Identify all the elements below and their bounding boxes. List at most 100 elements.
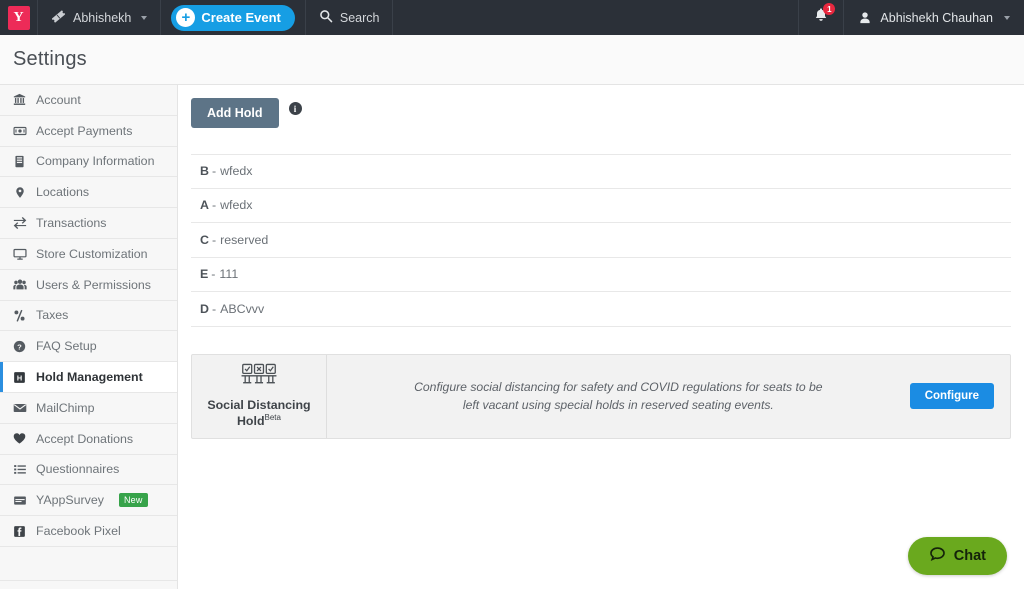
speech-bubble-icon <box>929 546 946 567</box>
page-body: Account Accept Payments Company Informat… <box>0 85 1024 589</box>
list-item[interactable]: A - wfedx <box>191 189 1011 223</box>
social-distancing-card-header: Social Distancing HoldBeta <box>192 354 327 438</box>
sidebar-item-label: MailChimp <box>36 400 95 415</box>
social-distancing-description-area: Configure social distancing for safety a… <box>327 355 910 438</box>
create-event-container: + Create Event <box>161 0 306 35</box>
envelope-icon <box>12 401 27 415</box>
facebook-icon <box>12 525 27 538</box>
user-menu[interactable]: Abhishekh Chauhan <box>844 0 1024 35</box>
sidebar-item-users-permissions[interactable]: Users & Permissions <box>0 269 177 301</box>
sidebar-item-label: Account <box>36 92 81 107</box>
configure-button[interactable]: Configure <box>909 383 994 409</box>
sidebar-item-accept-donations[interactable]: Accept Donations <box>0 423 177 455</box>
hold-key: C <box>200 232 209 247</box>
hold-box-icon: H <box>12 371 27 384</box>
search-entry[interactable]: Search <box>306 0 394 35</box>
building-icon <box>12 155 27 168</box>
sidebar-item-account[interactable]: Account <box>0 85 177 116</box>
notification-badge: 1 <box>823 3 836 15</box>
three-seats-icon <box>241 362 277 393</box>
hold-value: wfedx <box>220 164 253 179</box>
hold-separator: - <box>211 164 217 179</box>
map-pin-icon <box>12 186 27 199</box>
create-event-label: Create Event <box>201 10 281 25</box>
sidebar-item-label: Facebook Pixel <box>36 524 121 539</box>
top-navigation-bar: Y Abhishekh + Create Event Search 1 Abhi… <box>0 0 1024 35</box>
sidebar-item-facebook-pixel[interactable]: Facebook Pixel <box>0 516 177 547</box>
list-item[interactable]: D - ABCvvv <box>191 292 1011 327</box>
sidebar-item-label: Store Customization <box>36 246 148 261</box>
notifications-button[interactable]: 1 <box>798 0 845 35</box>
chevron-down-icon <box>1004 15 1010 20</box>
holds-list: B - wfedx A - wfedx C - reserved E - 111… <box>191 154 1011 327</box>
chat-widget-button[interactable]: Chat <box>907 537 1007 575</box>
logo-text: Y <box>7 5 30 30</box>
list-icon <box>12 463 27 476</box>
hold-value: wfedx <box>220 198 253 213</box>
hold-key: A <box>200 198 209 213</box>
sidebar-item-hold-management[interactable]: H Hold Management <box>0 362 177 393</box>
page-title: Settings <box>13 48 87 70</box>
beta-label: Beta <box>264 413 281 423</box>
organization-selector[interactable]: Abhishekh <box>38 0 162 35</box>
chevron-down-icon <box>141 15 148 20</box>
hold-key: B <box>200 164 209 179</box>
social-distancing-title: Social Distancing HoldBeta <box>207 397 310 431</box>
sidebar-item-store-customization[interactable]: Store Customization <box>0 238 177 270</box>
bank-icon <box>12 93 27 106</box>
sidebar-item-label: Accept Payments <box>36 123 133 138</box>
ticket-icon <box>51 9 66 27</box>
hold-separator: - <box>211 301 217 316</box>
sidebar-item-questionnaires[interactable]: Questionnaires <box>0 454 177 486</box>
money-icon <box>12 124 27 138</box>
sidebar-item-mailchimp[interactable]: MailChimp <box>0 392 177 424</box>
hold-key: D <box>200 301 209 316</box>
sidebar-item-taxes[interactable]: Taxes <box>0 300 177 332</box>
sidebar-item-label: Questionnaires <box>36 462 120 477</box>
hold-value: ABCvvv <box>220 301 265 316</box>
hold-separator: - <box>211 267 216 282</box>
main-content: Add Hold i B - wfedx A - wfedx C - reser… <box>178 85 1024 589</box>
list-item[interactable]: E - 111 <box>191 258 1011 292</box>
sidebar-item-accept-payments[interactable]: Accept Payments <box>0 115 177 147</box>
hold-value: reserved <box>220 232 269 247</box>
sidebar-item-label: Company Information <box>36 154 155 169</box>
add-hold-button[interactable]: Add Hold <box>191 98 279 128</box>
search-label: Search <box>339 10 380 25</box>
sidebar-item-company-information[interactable]: Company Information <box>0 146 177 178</box>
sidebar-item-label: Locations <box>36 185 90 200</box>
sidebar-item-label: YAppSurvey <box>36 493 104 508</box>
social-distancing-description: Configure social distancing for safety a… <box>414 379 823 412</box>
sidebar-filler-row <box>0 546 177 581</box>
app-logo[interactable]: Y <box>0 0 38 35</box>
settings-page: Y Abhishekh + Create Event Search 1 Abhi… <box>0 0 1024 589</box>
sidebar-item-label: Hold Management <box>36 370 143 385</box>
sidebar-item-faq-setup[interactable]: ? FAQ Setup <box>0 331 177 363</box>
list-item[interactable]: B - wfedx <box>191 154 1011 189</box>
sidebar-item-locations[interactable]: Locations <box>0 177 177 209</box>
create-event-button[interactable]: + Create Event <box>171 4 295 31</box>
list-item[interactable]: C - reserved <box>191 223 1011 258</box>
hold-value: 111 <box>219 267 239 282</box>
sidebar-item-label: Users & Permissions <box>36 277 151 292</box>
users-icon <box>12 278 27 292</box>
holds-toolbar: Add Hold i <box>191 98 1011 128</box>
percent-icon <box>12 309 27 322</box>
sidebar-item-transactions[interactable]: Transactions <box>0 208 177 239</box>
sidebar-item-label: FAQ Setup <box>36 339 97 354</box>
settings-sidebar: Account Accept Payments Company Informat… <box>0 85 178 589</box>
svg-text:H: H <box>17 373 22 382</box>
question-circle-icon: ? <box>12 340 27 353</box>
exchange-icon <box>12 216 27 230</box>
sidebar-item-yappsurvey[interactable]: YAppSurvey New <box>0 485 177 517</box>
info-icon[interactable]: i <box>288 102 302 115</box>
sidebar-item-label: Accept Donations <box>36 431 134 446</box>
chat-label: Chat <box>953 548 986 564</box>
heart-icon <box>12 432 27 445</box>
organization-label: Abhishekh <box>73 10 132 25</box>
plus-icon: + <box>176 8 196 27</box>
sidebar-item-label: Taxes <box>36 308 69 323</box>
svg-text:?: ? <box>17 342 22 351</box>
social-distancing-title-line1: Social Distancing <box>207 397 311 412</box>
